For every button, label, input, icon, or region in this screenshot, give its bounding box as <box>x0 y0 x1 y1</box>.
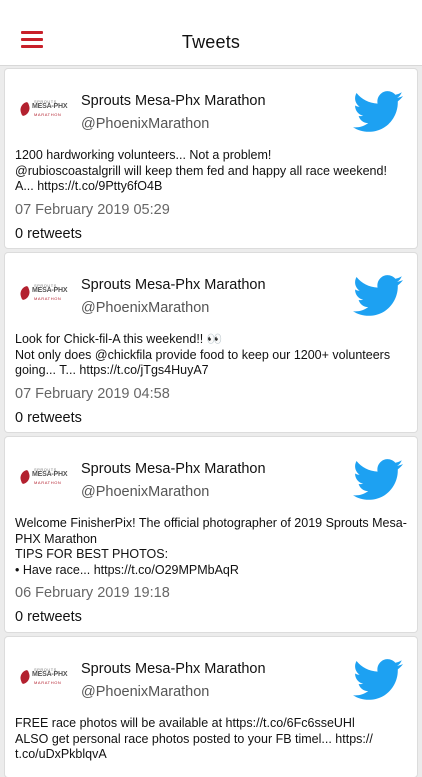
retweet-count: 0 retweets <box>15 226 82 242</box>
tweet-date: 07 February 2019 05:29 <box>15 202 170 218</box>
tweet-card[interactable]: SPROUTS MESA-PHX MARATHON Sprouts Mesa-P… <box>5 69 417 248</box>
tweet-author[interactable]: Sprouts Mesa-Phx Marathon <box>81 661 266 677</box>
retweet-count: 0 retweets <box>15 410 82 426</box>
tweet-date: 06 February 2019 19:18 <box>15 585 170 601</box>
marathon-logo: SPROUTS MESA-PHX MARATHON <box>18 281 76 307</box>
marathon-logo: SPROUTS MESA-PHX MARATHON <box>18 665 76 691</box>
tweet-date: 07 February 2019 04:58 <box>15 386 170 402</box>
twitter-bird-icon[interactable] <box>353 91 403 133</box>
marathon-logo: SPROUTS MESA-PHX MARATHON <box>18 97 76 123</box>
marathon-logo: SPROUTS MESA-PHX MARATHON <box>18 465 76 491</box>
twitter-bird-icon[interactable] <box>353 275 403 317</box>
tweet-handle[interactable]: @PhoenixMarathon <box>81 116 209 132</box>
tweet-card[interactable]: SPROUTS MESA-PHX MARATHON Sprouts Mesa-P… <box>5 437 417 632</box>
app-header: Tweets <box>0 0 422 66</box>
page-title: Tweets <box>181 32 241 52</box>
tweet-text[interactable]: FREE race photos will be available at ht… <box>15 716 409 763</box>
twitter-bird-icon[interactable] <box>353 459 403 501</box>
tweet-author[interactable]: Sprouts Mesa-Phx Marathon <box>81 277 266 293</box>
tweet-card[interactable]: SPROUTS MESA-PHX MARATHON Sprouts Mesa-P… <box>5 637 417 777</box>
retweet-count: 0 retweets <box>15 609 82 625</box>
tweet-author[interactable]: Sprouts Mesa-Phx Marathon <box>81 93 266 109</box>
tweet-text[interactable]: Welcome FinisherPix! The official photog… <box>15 516 409 578</box>
tweet-text[interactable]: 1200 hardworking volunteers... Not a pro… <box>15 148 409 195</box>
tweet-text[interactable]: Look for Chick-fil-A this weekend!! 👀 No… <box>15 332 409 379</box>
twitter-bird-icon[interactable] <box>353 659 403 701</box>
tweet-handle[interactable]: @PhoenixMarathon <box>81 484 209 500</box>
tweet-author[interactable]: Sprouts Mesa-Phx Marathon <box>81 461 266 477</box>
tweet-handle[interactable]: @PhoenixMarathon <box>81 684 209 700</box>
tweet-card[interactable]: SPROUTS MESA-PHX MARATHON Sprouts Mesa-P… <box>5 253 417 432</box>
tweet-handle[interactable]: @PhoenixMarathon <box>81 300 209 316</box>
